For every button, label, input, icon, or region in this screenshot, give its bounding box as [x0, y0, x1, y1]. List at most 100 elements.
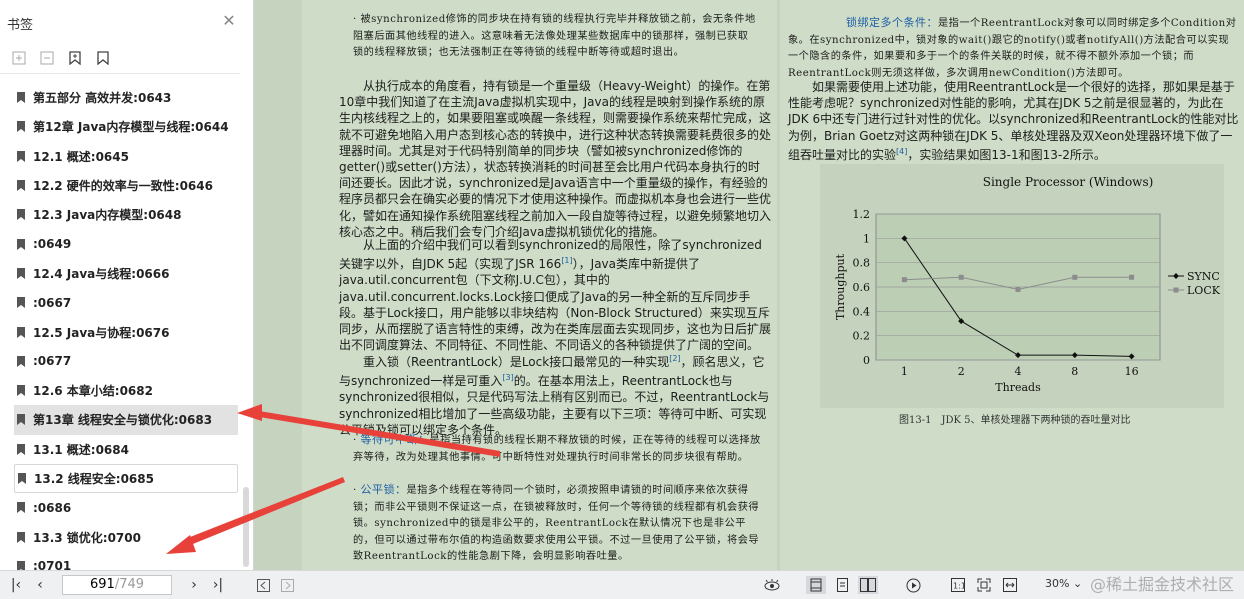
bookmark-icon [17, 180, 25, 192]
back-icon[interactable] [256, 576, 270, 594]
continuous-view-icon[interactable] [806, 576, 826, 594]
footnote-ref[interactable]: [4] [896, 147, 907, 156]
last-page-icon[interactable]: ›| [210, 576, 226, 594]
bookmark-icon [17, 297, 25, 309]
bookmark-label: 12.5 Java与协程:0676 [33, 325, 170, 340]
prev-page-icon[interactable]: ‹ [32, 576, 48, 594]
legend-marker [1173, 287, 1179, 293]
close-icon[interactable]: ✕ [221, 13, 237, 29]
data-point [1129, 274, 1135, 280]
text: ），Java类库中新提供了java.util.concurrent包（下文称J.… [339, 257, 772, 353]
paragraph: 从上面的介绍中我们可以看到synchronized的局限性，除了synchron… [339, 237, 771, 353]
bookmark-icon [17, 326, 25, 338]
svg-text:1:1: 1:1 [953, 582, 965, 591]
x-tick-label: 16 [1125, 365, 1139, 378]
throughput-chart: Single Processor (Windows) 0 0.2 0.4 0.6 0.8 1… [834, 175, 1221, 394]
bookmark-item[interactable]: :0649 [14, 229, 238, 258]
bookmark-icon [17, 502, 25, 514]
expand-all-icon[interactable] [10, 49, 28, 67]
footnote-ref[interactable]: [3] [502, 373, 513, 382]
data-point [901, 277, 907, 283]
x-tick-label: 1 [901, 365, 908, 378]
bullet-title: 等待可中断： [360, 433, 430, 446]
bookmark-label: 12.2 硬件的效率与一致性:0646 [33, 179, 213, 194]
bookmark-item[interactable]: 13.3 锁优化:0700 [14, 522, 238, 551]
bookmark-item[interactable]: 第12章 Java内存模型与线程:0644 [14, 112, 238, 141]
bookmark-icon [17, 238, 25, 250]
add-bookmark-icon[interactable] [66, 49, 84, 67]
y-tick-label: 0.6 [853, 281, 871, 294]
paragraph: · 被synchronized修饰的同步块在持有锁的线程执行完毕并释放锁之前，会… [353, 14, 756, 58]
document-page-right: 锁绑定多个条件：是指一个ReentrantLock对象可以同时绑定多个Condi… [780, 0, 1244, 570]
bookmark-icon [17, 443, 25, 455]
bookmark-item-selected[interactable]: 第13章 线程安全与锁优化:0683 [14, 405, 238, 435]
bookmark-item-hovered[interactable]: 13.2 线程安全:0685 [14, 463, 238, 494]
collapse-all-icon[interactable] [38, 49, 56, 67]
bookmark-item[interactable]: 12.1 概述:0645 [14, 142, 238, 171]
watermark: @稀土掘金技术社区 [1090, 575, 1235, 594]
bookmark-item[interactable]: 第五部分 高效并发:0643 [14, 83, 238, 112]
bookmark-item[interactable]: 12.4 Java与线程:0666 [14, 259, 238, 288]
bookmark-icon [18, 473, 26, 484]
data-point [1015, 286, 1021, 292]
two-page-icon[interactable] [858, 576, 878, 594]
sidebar-toolbar [10, 49, 112, 67]
bookmark-sidebar: 书签 ✕ 第五部分 高效并发:0643 第12章 Java内存模型与线程:064… [0, 0, 254, 573]
bullet-title: 公平锁： [360, 483, 407, 496]
bookmark-label: 第五部分 高效并发:0643 [33, 91, 172, 106]
sidebar-title: 书签 [7, 18, 34, 33]
fit-page-icon[interactable] [976, 576, 992, 594]
bookmark-label: :0686 [33, 500, 72, 515]
bookmark-icon[interactable] [94, 49, 112, 67]
bookmark-list: 第五部分 高效并发:0643 第12章 Java内存模型与线程:0644 12.… [14, 83, 238, 581]
bookmark-item[interactable]: 13.1 概述:0684 [14, 435, 238, 464]
sidebar-scrollbar[interactable] [243, 487, 249, 567]
paragraph: 从执行成本的角度看，持有锁是一个重量级（Heavy-Weight）的操作。在第1… [339, 79, 772, 239]
bookmark-icon [17, 92, 25, 104]
forward-icon[interactable] [280, 576, 294, 594]
bookmark-label: 第12章 Java内存模型与线程:0644 [33, 120, 229, 135]
text: 重入锁（ReentrantLock）是Lock接口最常见的一种实现 [363, 355, 670, 369]
bookmark-icon [17, 414, 25, 426]
footnote-ref[interactable]: [2] [669, 354, 680, 363]
bookmark-label: 12.6 本章小结:0682 [33, 384, 153, 399]
y-tick-label: 0 [863, 354, 870, 367]
bookmark-item[interactable]: 12.5 Java与协程:0676 [14, 317, 238, 346]
bullet-title: 锁绑定多个条件： [846, 16, 938, 29]
y-tick-label: 0.8 [853, 257, 871, 270]
document-page-left: · 被synchronized修饰的同步块在持有锁的线程执行完毕并释放锁之前，会… [302, 0, 777, 570]
footnote-ref[interactable]: [1] [561, 256, 572, 265]
eye-care-icon[interactable] [762, 576, 782, 594]
bookmark-label: 13.2 线程安全:0685 [34, 472, 154, 486]
status-bar: |‹ ‹ 691/749 › ›| 1:1 30% ⌄ [0, 570, 1244, 599]
single-page-icon[interactable] [834, 576, 850, 594]
bookmark-item[interactable]: 12.6 本章小结:0682 [14, 376, 238, 405]
bookmark-label: 第13章 线程安全与锁优化:0683 [33, 413, 213, 428]
next-page-icon[interactable]: › [186, 576, 202, 594]
first-page-icon[interactable]: |‹ [8, 576, 24, 594]
page-number-input[interactable]: 691/749 [62, 575, 172, 595]
page-total: /749 [114, 577, 145, 592]
figure-caption: 图13-1 JDK 5、单核处理器下两种锁的吞吐量对比 [899, 415, 1131, 426]
legend-marker [1173, 273, 1179, 279]
zoom-level[interactable]: 30% ⌄ [1045, 577, 1082, 590]
bookmark-item[interactable]: :0686 [14, 493, 238, 522]
bullet-item: · 公平锁：是指多个线程在等待同一个锁时，必须按照申请锁的时间顺序来依次获得锁；… [353, 483, 760, 562]
bookmark-item[interactable]: :0667 [14, 288, 238, 317]
legend-label: LOCK [1187, 284, 1221, 297]
play-icon[interactable] [904, 576, 922, 594]
bookmark-label: 12.1 概述:0645 [33, 149, 129, 164]
bullet-item: · 等待可中断：是指当持有锁的线程长期不释放锁的时候，正在等待的线程可以选择放弃… [353, 433, 761, 463]
y-tick-label: 1 [863, 232, 870, 245]
zoom-value: 30% [1045, 577, 1070, 590]
bookmark-label: 13.3 锁优化:0700 [33, 530, 141, 545]
data-point [1072, 274, 1078, 280]
bookmark-icon [17, 355, 25, 367]
bookmark-item[interactable]: :0677 [14, 347, 238, 376]
bookmark-item[interactable]: 12.2 硬件的效率与一致性:0646 [14, 171, 238, 200]
legend-label: SYNC [1187, 270, 1220, 283]
fit-width-icon[interactable] [1002, 576, 1018, 594]
bookmark-item[interactable]: 12.3 Java内存模型:0648 [14, 200, 238, 229]
actual-size-icon[interactable]: 1:1 [950, 576, 966, 594]
y-tick-label: 0.2 [853, 330, 871, 343]
